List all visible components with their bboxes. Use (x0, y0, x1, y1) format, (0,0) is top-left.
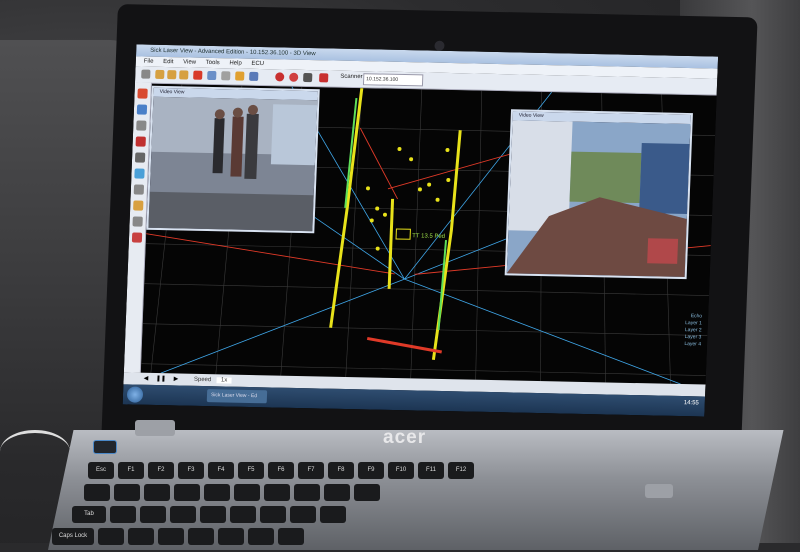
tool-layer-icon[interactable] (132, 216, 143, 227)
key[interactable] (144, 484, 170, 501)
play-forward-icon[interactable]: ▶ (174, 376, 179, 382)
key[interactable] (234, 484, 260, 501)
scanner-ip-field[interactable]: 10.152.36.100 (362, 73, 424, 87)
key[interactable] (204, 484, 230, 501)
grid-icon[interactable] (221, 71, 231, 81)
play-icon[interactable] (289, 72, 299, 82)
brand-logo: acer (383, 427, 427, 448)
play-pause-icon[interactable]: ❚❚ (156, 376, 166, 382)
camera-icon[interactable] (207, 70, 217, 81)
key[interactable] (260, 506, 286, 523)
key[interactable] (248, 528, 274, 545)
key[interactable] (140, 506, 166, 523)
key-f5[interactable]: F5 (238, 462, 264, 479)
key-caps-lock[interactable]: Caps Lock (52, 528, 94, 545)
video-view-left[interactable]: Video View (146, 85, 320, 234)
laptop-screen: Sick Laser View - Advanced Edition - 10.… (122, 44, 719, 417)
tracked-object-label: TT 13.5 Ped (412, 233, 445, 240)
legend-layer-4: Layer 4 (684, 341, 702, 348)
tool-filter-icon[interactable] (134, 152, 146, 163)
video-left-frame (148, 96, 318, 232)
key[interactable] (200, 506, 226, 523)
taskbar-app-button[interactable]: Sick Laser View - Ed (206, 389, 268, 404)
menu-file[interactable]: File (144, 59, 154, 65)
key[interactable] (110, 506, 136, 523)
key-f2[interactable]: F2 (148, 462, 174, 479)
window-title: Sick Laser View - Advanced Edition - 10.… (150, 47, 316, 58)
menu-edit[interactable]: Edit (163, 59, 174, 65)
tool-lane-icon[interactable] (133, 200, 144, 211)
scanner-icon[interactable] (319, 73, 329, 83)
lane-markings (329, 87, 462, 360)
tool-record-icon[interactable] (135, 136, 146, 147)
key-f9[interactable]: F9 (358, 462, 384, 479)
laptop-lid: Sick Laser View - Advanced Edition - 10.… (101, 4, 758, 458)
key-f10[interactable]: F10 (388, 462, 414, 479)
play-back-icon[interactable]: ◀ (144, 376, 149, 382)
3d-view-viewport[interactable]: TT 13.5 Ped Video View Video View Echo L… (140, 83, 717, 385)
key[interactable] (170, 506, 196, 523)
start-button[interactable] (126, 386, 144, 403)
webcam-icon (434, 40, 445, 51)
video-right-frame (506, 120, 691, 278)
key-f4[interactable]: F4 (208, 462, 234, 479)
menu-tools[interactable]: Tools (206, 60, 220, 66)
tool-alert-icon[interactable] (131, 232, 143, 243)
menu-help[interactable]: Help (229, 60, 242, 66)
power-button[interactable] (93, 440, 117, 454)
key[interactable] (114, 484, 140, 501)
key[interactable] (84, 484, 110, 501)
menu-view[interactable]: View (183, 59, 196, 65)
key[interactable] (354, 484, 380, 501)
tool-object-icon[interactable] (134, 168, 145, 179)
open-icon[interactable] (141, 69, 151, 79)
red-path (366, 336, 443, 354)
key[interactable] (324, 484, 350, 501)
tracked-object-box[interactable] (395, 228, 411, 240)
key-f7[interactable]: F7 (298, 462, 324, 479)
taskbar-clock: 14:55 (683, 400, 699, 407)
info-icon[interactable] (303, 72, 313, 83)
key[interactable] (290, 506, 316, 523)
key[interactable] (174, 484, 200, 501)
key[interactable] (320, 506, 346, 523)
key[interactable] (294, 484, 320, 501)
key-esc[interactable]: Esc (88, 462, 114, 479)
tool-measure-icon[interactable] (136, 120, 147, 131)
key-tab[interactable]: Tab (72, 506, 106, 523)
key[interactable] (278, 528, 304, 545)
key[interactable] (158, 528, 184, 545)
key[interactable] (98, 528, 124, 545)
speed-select[interactable]: 1x (216, 377, 232, 384)
zoom-in-icon[interactable] (155, 69, 165, 80)
key-f8[interactable]: F8 (328, 462, 354, 479)
key[interactable] (218, 528, 244, 545)
key[interactable] (128, 528, 154, 545)
stop-icon[interactable] (275, 72, 285, 82)
menu-ecu[interactable]: ECU (251, 61, 264, 67)
zoom-out-icon[interactable] (167, 70, 177, 80)
zoom-fit-icon[interactable] (179, 70, 189, 80)
key-f6[interactable]: F6 (268, 462, 294, 479)
tool-laser-icon[interactable] (137, 88, 148, 99)
key-f11[interactable]: F11 (418, 462, 444, 479)
speed-label: Speed (193, 376, 212, 384)
key[interactable] (230, 506, 256, 523)
record-icon[interactable] (193, 70, 203, 80)
hand-icon[interactable] (235, 71, 245, 81)
key-f1[interactable]: F1 (118, 462, 144, 479)
key[interactable] (188, 528, 214, 545)
arrow-icon[interactable] (249, 71, 259, 81)
video-view-right[interactable]: Video View (504, 109, 693, 280)
tool-view-icon[interactable] (136, 104, 148, 115)
hinge-left (135, 420, 175, 436)
layer-legend: Echo Layer 1 Layer 2 Layer 3 Layer 4 (684, 313, 702, 348)
tool-buffer-icon[interactable] (133, 184, 145, 195)
key-f12[interactable]: F12 (448, 462, 474, 479)
key[interactable] (264, 484, 290, 501)
keyboard: Esc F1 F2 F3 F4 F5 F6 F7 F8 F9 F10 F11 F… (40, 462, 730, 552)
key-f3[interactable]: F3 (178, 462, 204, 479)
